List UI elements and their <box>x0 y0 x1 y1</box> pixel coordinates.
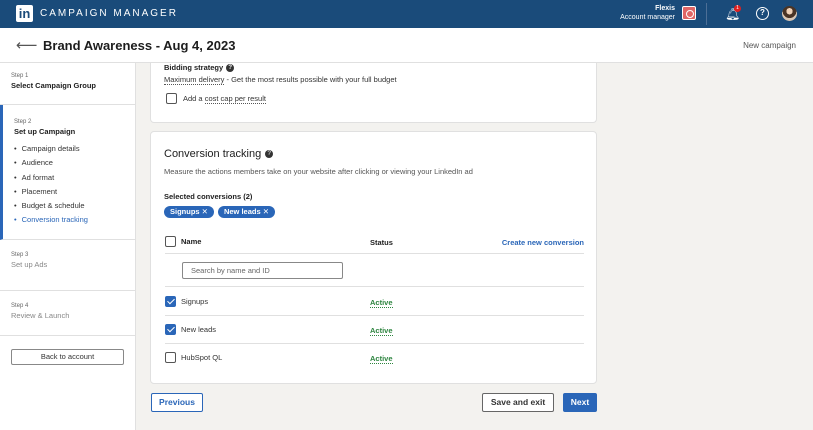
cost-cap-checkbox[interactable] <box>166 93 177 104</box>
sidebar-item-budget-schedule[interactable]: Budget & schedule <box>14 199 136 213</box>
bidding-strategy-heading: Bidding strategy? <box>164 63 235 73</box>
previous-button[interactable]: Previous <box>151 393 203 412</box>
conversion-table-header: Name Status Create new conversion <box>165 234 584 254</box>
select-all-checkbox[interactable] <box>165 236 176 247</box>
step-label: Step 1 <box>11 73 29 79</box>
sidebar-step-3[interactable]: Step 3 Set up Ads <box>0 240 136 291</box>
bidding-strategy-title: Bidding strategy <box>164 63 224 72</box>
account-icon[interactable] <box>682 6 696 20</box>
sidebar-item-audience[interactable]: Audience <box>14 156 136 170</box>
cost-cap-label: Add a cost cap per result <box>183 94 266 104</box>
status-badge: Active <box>370 326 393 336</box>
status-badge: Active <box>370 354 393 364</box>
row-name-cell: HubSpot QL <box>165 352 222 363</box>
conversion-tracking-card: Conversion tracking? Measure the actions… <box>150 131 597 384</box>
sidebar-item-conversion-tracking[interactable]: Conversion tracking <box>14 213 136 227</box>
status-column-header: Status <box>370 238 393 247</box>
table-row: New leads Active <box>165 316 584 344</box>
search-row <box>165 255 584 287</box>
app-title: CAMPAIGN MANAGER <box>40 8 178 19</box>
sidebar-item-campaign-details[interactable]: Campaign details <box>14 142 136 156</box>
row-checkbox[interactable] <box>165 324 176 335</box>
top-navigation-bar: in CAMPAIGN MANAGER Flexis Account manag… <box>0 0 813 28</box>
create-new-conversion-link[interactable]: Create new conversion <box>502 238 584 247</box>
conversion-tracking-description: Measure the actions members take on your… <box>164 167 473 176</box>
table-row: Signups Active <box>165 288 584 316</box>
page-header: ⟵ Brand Awareness - Aug 4, 2023 New camp… <box>0 28 813 63</box>
back-arrow-icon[interactable]: ⟵ <box>16 36 38 54</box>
step-title: Review & Launch <box>11 311 70 320</box>
step-label: Step 4 <box>11 303 29 309</box>
step-title: Select Campaign Group <box>11 81 97 90</box>
help-circle-icon[interactable]: ? <box>226 64 235 73</box>
search-input[interactable] <box>182 262 343 279</box>
step-title: Set up Campaign <box>14 127 76 136</box>
sidebar-step-2[interactable]: Step 2 Set up Campaign Campaign details … <box>0 105 136 240</box>
conversion-name: Signups <box>181 297 209 306</box>
cost-cap-link[interactable]: cost cap per result <box>204 94 266 104</box>
bidding-strategy-card: Bidding strategy? Maximum delivery - Get… <box>150 63 597 123</box>
notification-count-badge: 1 <box>734 5 741 12</box>
selected-conversions-title: Selected conversions (2) <box>164 192 253 201</box>
bidding-strategy-description: Maximum delivery - Get the most results … <box>164 75 397 85</box>
account-info[interactable]: Flexis Account manager <box>620 4 675 22</box>
name-column-header: Name <box>165 236 201 247</box>
maximum-delivery-link[interactable]: Maximum delivery <box>164 75 225 85</box>
step-label: Step 3 <box>11 252 29 258</box>
help-circle-icon[interactable]: ? <box>265 150 274 159</box>
name-column-label: Name <box>181 237 202 246</box>
cost-cap-prefix: Add a <box>183 94 205 103</box>
row-checkbox[interactable] <box>165 352 176 363</box>
bidding-desc-text: - Get the most results possible with you… <box>224 75 397 84</box>
row-checkbox[interactable] <box>165 296 176 307</box>
new-campaign-link[interactable]: New campaign <box>743 41 796 50</box>
back-to-account-button[interactable]: Back to account <box>11 349 124 365</box>
cost-cap-option[interactable]: Add a cost cap per result <box>166 93 266 104</box>
avatar[interactable] <box>782 6 797 21</box>
save-and-exit-button[interactable]: Save and exit <box>482 393 554 412</box>
help-icon[interactable]: ? <box>756 7 769 20</box>
conversion-name: New leads <box>181 325 217 334</box>
conversion-tracking-title: Conversion tracking <box>164 148 262 160</box>
account-role: Account manager <box>620 14 675 21</box>
row-name-cell: Signups <box>165 296 208 307</box>
linkedin-logo-icon[interactable]: in <box>16 5 33 22</box>
step-label: Step 2 <box>14 119 32 125</box>
page-title: Brand Awareness - Aug 4, 2023 <box>43 38 236 53</box>
pill-signups[interactable]: Signups ✕ <box>164 206 214 218</box>
step-title: Set up Ads <box>11 260 48 269</box>
steps-sidebar: Step 1 Select Campaign Group Step 2 Set … <box>0 63 136 430</box>
sidebar-item-ad-format[interactable]: Ad format <box>14 171 136 185</box>
next-button[interactable]: Next <box>563 393 597 412</box>
conversion-name: HubSpot QL <box>181 353 223 362</box>
sidebar-step-1[interactable]: Step 1 Select Campaign Group <box>0 63 136 105</box>
conversion-tracking-heading: Conversion tracking? <box>164 148 274 160</box>
status-badge: Active <box>370 298 393 308</box>
table-row: HubSpot QL Active <box>165 344 584 372</box>
sidebar-item-placement[interactable]: Placement <box>14 185 136 199</box>
row-name-cell: New leads <box>165 324 216 335</box>
selected-conversion-pills: Signups ✕ New leads ✕ <box>164 206 276 218</box>
pill-new-leads[interactable]: New leads ✕ <box>217 206 276 218</box>
topbar-divider <box>706 3 707 25</box>
account-name: Flexis <box>655 5 675 12</box>
sidebar-step-4[interactable]: Step 4 Review & Launch <box>0 291 136 336</box>
